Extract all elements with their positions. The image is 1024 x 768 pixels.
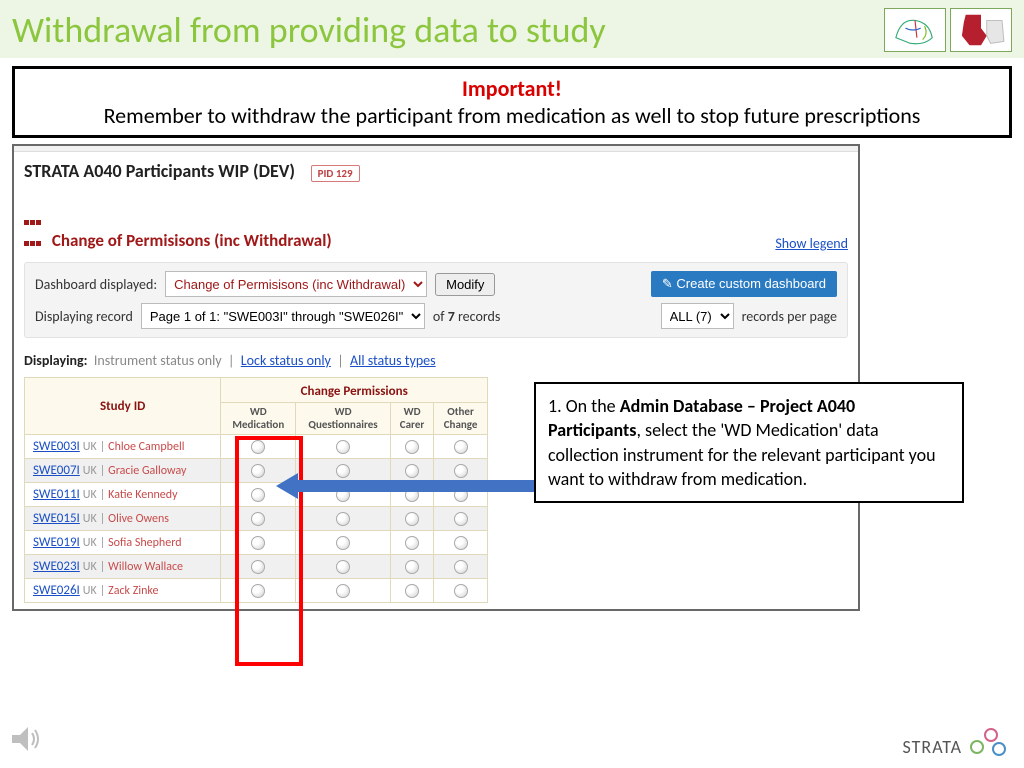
study-id-link[interactable]: SWE023I	[33, 559, 80, 574]
callout-arrow	[296, 480, 534, 492]
strata-logo-text: STRATA	[903, 736, 962, 758]
table-row: SWE019I UK | Sofia Shepherd	[25, 531, 488, 555]
study-id-link[interactable]: SWE003I	[33, 439, 80, 454]
study-id-link[interactable]: SWE015I	[33, 511, 80, 526]
col-study-id: Study ID	[25, 378, 221, 435]
status-circle[interactable]	[336, 584, 350, 598]
filter-instrument: Instrument status only	[94, 352, 222, 369]
status-circle[interactable]	[336, 512, 350, 526]
status-circle[interactable]	[454, 464, 468, 478]
status-circle[interactable]	[336, 464, 350, 478]
status-circle[interactable]	[336, 560, 350, 574]
status-circle[interactable]	[405, 584, 419, 598]
records-per-page-select[interactable]: ALL (7)	[661, 303, 734, 329]
grid-icon	[24, 210, 42, 252]
status-circle[interactable]	[251, 440, 265, 454]
status-circle[interactable]	[405, 464, 419, 478]
study-id-link[interactable]: SWE019I	[33, 535, 80, 550]
status-circle[interactable]	[336, 440, 350, 454]
status-circle[interactable]	[405, 440, 419, 454]
map-thumbnail-wa	[950, 8, 1012, 52]
important-notice: Important! Remember to withdraw the part…	[12, 66, 1012, 138]
filter-all-link[interactable]: All status types	[350, 352, 436, 369]
create-dashboard-button[interactable]: Create custom dashboard	[651, 271, 837, 297]
displaying-record-label: Displaying record	[35, 308, 133, 325]
status-circle[interactable]	[336, 536, 350, 550]
map-thumbnail-regions	[884, 8, 946, 52]
displaying-filter-row: Displaying: Instrument status only | Loc…	[24, 352, 848, 369]
status-circle[interactable]	[251, 536, 265, 550]
important-heading: Important!	[25, 75, 999, 102]
table-row: SWE026I UK | Zack Zinke	[25, 579, 488, 603]
status-circle[interactable]	[251, 464, 265, 478]
important-text: Remember to withdraw the participant fro…	[25, 102, 999, 129]
status-circle[interactable]	[405, 512, 419, 526]
status-circle[interactable]	[454, 584, 468, 598]
map-thumbnails	[884, 8, 1012, 52]
slide-header: Withdrawal from providing data to study	[0, 0, 1024, 58]
study-id-link[interactable]: SWE026I	[33, 583, 80, 598]
status-circle[interactable]	[454, 512, 468, 526]
status-circle[interactable]	[405, 536, 419, 550]
status-circle[interactable]	[251, 560, 265, 574]
study-id-link[interactable]: SWE011I	[33, 487, 80, 502]
status-circle[interactable]	[405, 560, 419, 574]
audio-icon[interactable]	[8, 723, 44, 760]
dashboard-displayed-label: Dashboard displayed:	[35, 276, 157, 293]
status-circle[interactable]	[454, 536, 468, 550]
of-records-label: of 7 records	[433, 308, 500, 325]
pid-badge: PID 129	[311, 165, 360, 182]
page-title: Withdrawal from providing data to study	[12, 8, 606, 52]
records-per-page-label: records per page	[742, 308, 837, 325]
table-row: SWE003I UK | Chloe Campbell	[25, 435, 488, 459]
col-other-change: OtherChange	[434, 403, 488, 435]
callout-number: 1.	[548, 395, 562, 417]
show-legend-link[interactable]: Show legend	[775, 235, 848, 252]
strata-logo-circles	[970, 728, 1010, 758]
app-screenshot: STRATA A040 Participants WIP (DEV) PID 1…	[12, 144, 860, 611]
section-title-text: Change of Permisisons (inc Withdrawal)	[52, 230, 332, 251]
col-wd-questionnaires: WDQuestionnaires	[296, 403, 391, 435]
displaying-label: Displaying:	[24, 352, 88, 369]
page-select[interactable]: Page 1 of 1: "SWE003I" through "SWE026I"	[141, 303, 425, 329]
instruction-callout: 1. On the Admin Database – Project A040 …	[534, 382, 964, 503]
section-title: Change of Permisisons (inc Withdrawal)	[24, 210, 332, 252]
status-circle[interactable]	[454, 440, 468, 454]
col-wd-carer: WDCarer	[390, 403, 433, 435]
app-title: STRATA A040 Participants WIP (DEV)	[24, 160, 295, 182]
col-group-change-permissions: Change Permissions	[221, 378, 488, 403]
dashboard-select[interactable]: Change of Permisisons (inc Withdrawal)	[165, 271, 427, 297]
table-row: SWE015I UK | Olive Owens	[25, 507, 488, 531]
status-circle[interactable]	[251, 512, 265, 526]
status-circle[interactable]	[251, 488, 265, 502]
table-row: SWE023I UK | Willow Wallace	[25, 555, 488, 579]
col-wd-medication: WDMedication	[221, 403, 296, 435]
status-circle[interactable]	[454, 560, 468, 574]
strata-logo: STRATA	[903, 728, 1010, 758]
modify-button[interactable]: Modify	[435, 273, 495, 296]
status-circle[interactable]	[251, 584, 265, 598]
dashboard-controls: Dashboard displayed: Change of Permisiso…	[24, 262, 848, 338]
filter-lock-link[interactable]: Lock status only	[241, 352, 331, 369]
study-id-link[interactable]: SWE007I	[33, 463, 80, 478]
